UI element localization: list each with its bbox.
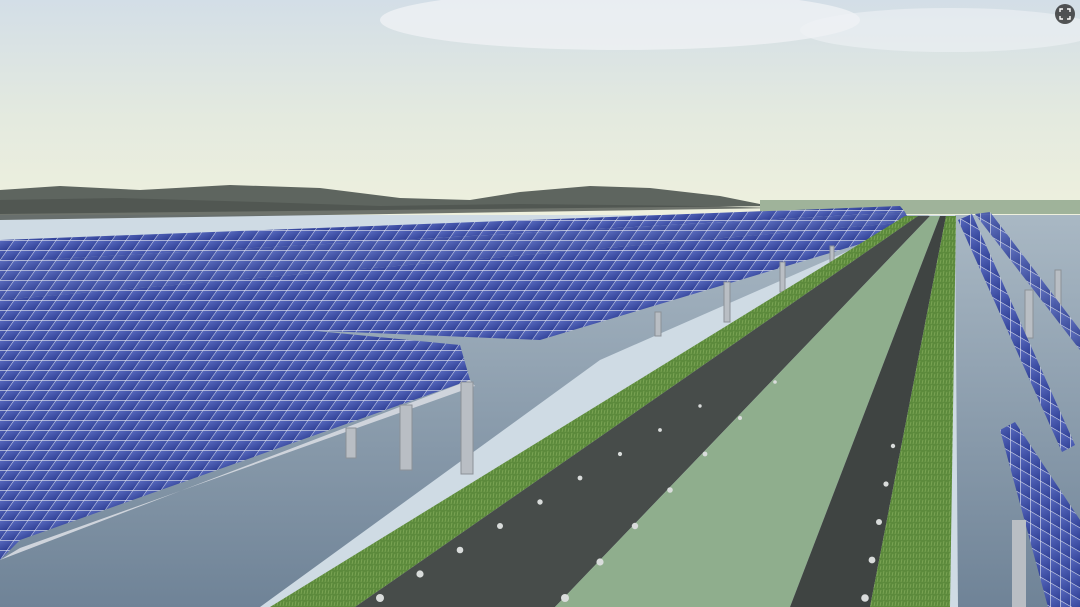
- expand-icon: [1059, 8, 1071, 20]
- expand-button[interactable]: [1055, 4, 1075, 24]
- solar-farm-image: [0, 0, 1080, 607]
- support-post-right: [1012, 520, 1026, 607]
- photo-viewer: [0, 0, 1080, 607]
